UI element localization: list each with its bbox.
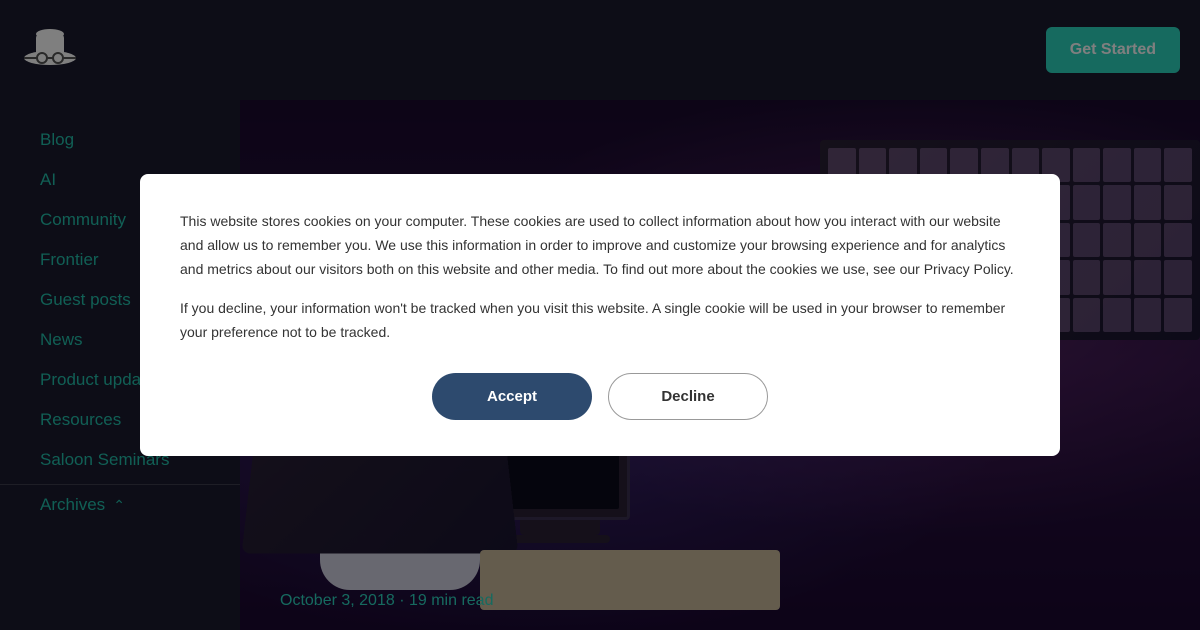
cookie-buttons: Accept Decline xyxy=(180,373,1020,420)
cookie-primary-text: This website stores cookies on your comp… xyxy=(180,210,1020,281)
cookie-modal: This website stores cookies on your comp… xyxy=(140,174,1060,456)
accept-button[interactable]: Accept xyxy=(432,373,592,420)
decline-button[interactable]: Decline xyxy=(608,373,768,420)
cookie-secondary-text: If you decline, your information won't b… xyxy=(180,297,1020,345)
cookie-modal-overlay: This website stores cookies on your comp… xyxy=(0,0,1200,630)
